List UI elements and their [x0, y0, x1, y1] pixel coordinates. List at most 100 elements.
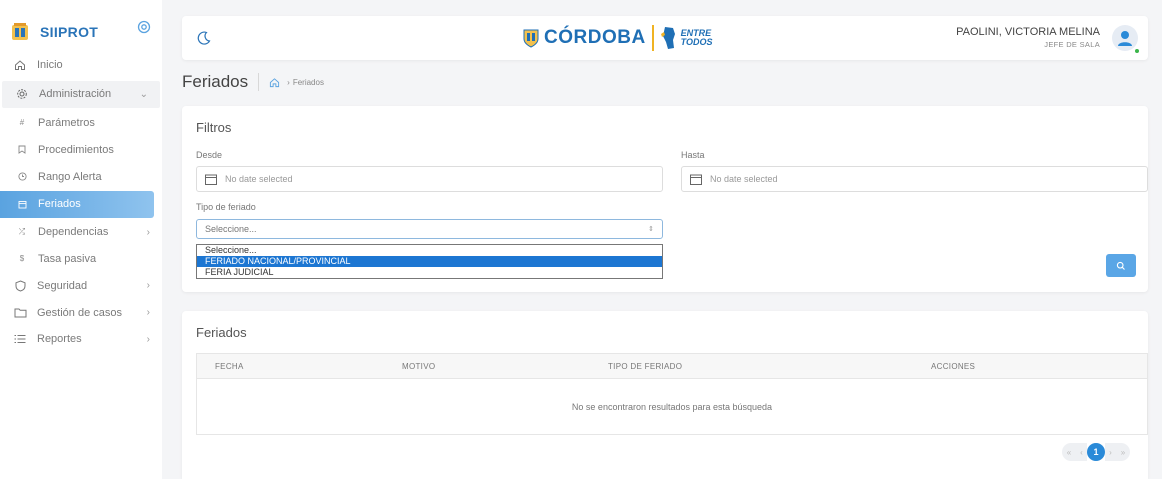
sidebar-item-rango-alerta[interactable]: Rango Alerta — [0, 163, 162, 190]
sidebar-item-label: Inicio — [37, 59, 63, 72]
list-icon — [12, 331, 28, 347]
user-name: PAOLINI, VICTORIA MELINA — [956, 26, 1100, 38]
sidebar-item-inicio[interactable]: Inicio — [0, 52, 162, 79]
sidebar-item-label: Reportes — [37, 333, 82, 346]
sidebar-item-label: Administración — [39, 88, 112, 101]
breadcrumb: › Feriados — [269, 77, 324, 88]
home-icon[interactable] — [269, 77, 280, 88]
clock-icon — [16, 169, 28, 185]
breadcrumb-separator: › — [287, 77, 290, 87]
sidebar-item-label: Procedimientos — [38, 143, 114, 156]
calendar-icon — [205, 174, 217, 185]
government-logo: CÓRDOBA ENTRE TODOS — [522, 25, 713, 51]
avatar[interactable] — [1112, 25, 1138, 51]
user-info[interactable]: PAOLINI, VICTORIA MELINA JEFE DE SALA — [956, 26, 1100, 49]
chevron-right-icon: › — [146, 280, 150, 292]
desde-date-input[interactable]: No date selected — [196, 166, 663, 192]
page-title: Feriados — [182, 72, 249, 91]
empty-message: No se encontraron resultados para esta b… — [571, 401, 773, 412]
pagination-current-page[interactable]: 1 — [1087, 443, 1105, 461]
dropdown-option-selected[interactable]: FERIADO NACIONAL/PROVINCIAL — [197, 256, 662, 267]
sidebar-item-label: Seguridad — [37, 279, 88, 292]
dropdown-option[interactable]: FERIA JUDICIAL — [197, 267, 662, 278]
calendar-icon — [690, 174, 702, 185]
dollar-icon: $ — [19, 254, 25, 264]
pagination-first[interactable]: « — [1062, 443, 1076, 461]
results-card: Feriados FECHA MOTIVO TIPO DE FERIADO AC… — [182, 311, 1148, 479]
title-divider — [258, 73, 260, 91]
user-icon — [1118, 31, 1132, 46]
sidebar-item-label: Tasa pasiva — [38, 252, 97, 265]
top-header: CÓRDOBA ENTRE TODOS PAOLINI, VICTORIA ME… — [182, 16, 1148, 60]
pagination-prev[interactable]: ‹ — [1076, 443, 1087, 461]
hasta-placeholder: No date selected — [710, 174, 778, 184]
filters-title: Filtros — [196, 120, 232, 135]
sidebar-item-label: Gestión de casos — [37, 306, 122, 319]
pagination-last[interactable]: » — [1116, 443, 1130, 461]
pagination-next[interactable]: › — [1105, 443, 1116, 461]
sidebar-nav: Inicio Administración ⌄ # Parámetros Pro… — [0, 52, 162, 353]
sidebar-item-label: Parámetros — [38, 116, 95, 129]
chevron-right-icon: › — [146, 226, 150, 238]
home-icon — [12, 57, 28, 73]
sidebar-item-parametros[interactable]: # Parámetros — [0, 110, 162, 137]
bookmark-icon — [16, 142, 28, 158]
gear-icon — [14, 86, 30, 102]
user-role: JEFE DE SALA — [1044, 40, 1100, 49]
search-button[interactable] — [1106, 254, 1136, 277]
sidebar-item-label: Feriados — [38, 198, 81, 211]
sidebar-toggle-icon[interactable] — [137, 20, 151, 34]
sidebar-item-tasa-pasiva[interactable]: $ Tasa pasiva — [0, 246, 162, 273]
column-header-motivo[interactable]: MOTIVO — [402, 362, 435, 371]
folder-icon — [12, 305, 28, 321]
calendar-icon — [16, 196, 28, 212]
shuffle-icon: ⤮ — [18, 227, 26, 237]
empty-state-row: No se encontraron resultados para esta b… — [196, 379, 1148, 435]
brand-logo-icon — [12, 23, 28, 40]
crest-icon — [523, 29, 539, 48]
hasta-date-input[interactable]: No date selected — [681, 166, 1148, 192]
dropdown-option[interactable]: Seleccione... — [197, 245, 662, 256]
tipo-feriado-label: Tipo de feriado — [196, 202, 256, 212]
table-header: FECHA MOTIVO TIPO DE FERIADO ACCIONES — [196, 353, 1148, 379]
brand-name: SIIPROT — [40, 24, 99, 40]
pagination: « ‹ 1 › » — [1062, 443, 1130, 461]
sidebar-item-reportes[interactable]: Reportes › — [0, 326, 162, 353]
sidebar-item-dependencias[interactable]: ⤮ Dependencias › — [0, 219, 162, 246]
gov-slogan: ENTRE TODOS — [680, 28, 713, 47]
gov-name: CÓRDOBA — [544, 27, 646, 48]
brand[interactable]: SIIPROT — [10, 22, 98, 42]
sidebar-item-label: Rango Alerta — [38, 170, 102, 183]
desde-placeholder: No date selected — [225, 174, 293, 184]
select-value: Seleccione... — [205, 224, 257, 234]
sidebar-item-procedimientos[interactable]: Procedimientos — [0, 136, 162, 163]
logo-divider — [651, 25, 654, 51]
chevron-right-icon: › — [146, 333, 150, 345]
shield-icon — [12, 278, 28, 294]
sidebar-item-seguridad[interactable]: Seguridad › — [0, 272, 162, 299]
hasta-label: Hasta — [681, 150, 705, 160]
column-header-fecha[interactable]: FECHA — [215, 362, 244, 371]
chevron-down-icon: ⌄ — [139, 88, 148, 100]
online-status-dot — [1134, 48, 1140, 54]
search-icon — [1116, 261, 1125, 270]
select-caret-icon: ⇕ — [648, 226, 654, 233]
column-header-tipo[interactable]: TIPO DE FERIADO — [608, 362, 682, 371]
results-table: FECHA MOTIVO TIPO DE FERIADO ACCIONES No… — [196, 353, 1148, 435]
breadcrumb-current: Feriados — [292, 77, 324, 87]
filters-card: Filtros Desde No date selected Hasta No … — [182, 106, 1148, 292]
province-map-icon — [660, 27, 675, 49]
page-heading: Feriados › Feriados — [182, 72, 324, 92]
sidebar-item-feriados[interactable]: Feriados — [0, 190, 154, 218]
sidebar-item-label: Dependencias — [38, 226, 109, 239]
column-header-acciones: ACCIONES — [931, 361, 976, 371]
moon-icon[interactable] — [196, 30, 212, 46]
chevron-right-icon: › — [146, 307, 150, 319]
hash-icon: # — [19, 118, 25, 128]
desde-label: Desde — [196, 150, 223, 160]
sidebar-item-administracion[interactable]: Administración ⌄ — [2, 80, 160, 108]
sidebar-item-gestion-de-casos[interactable]: Gestión de casos › — [0, 299, 162, 326]
results-title: Feriados — [196, 325, 247, 340]
tipo-feriado-select[interactable]: Seleccione... ⇕ — [196, 219, 663, 239]
sidebar: SIIPROT Inicio Administración ⌄ # Paráme… — [0, 0, 162, 479]
